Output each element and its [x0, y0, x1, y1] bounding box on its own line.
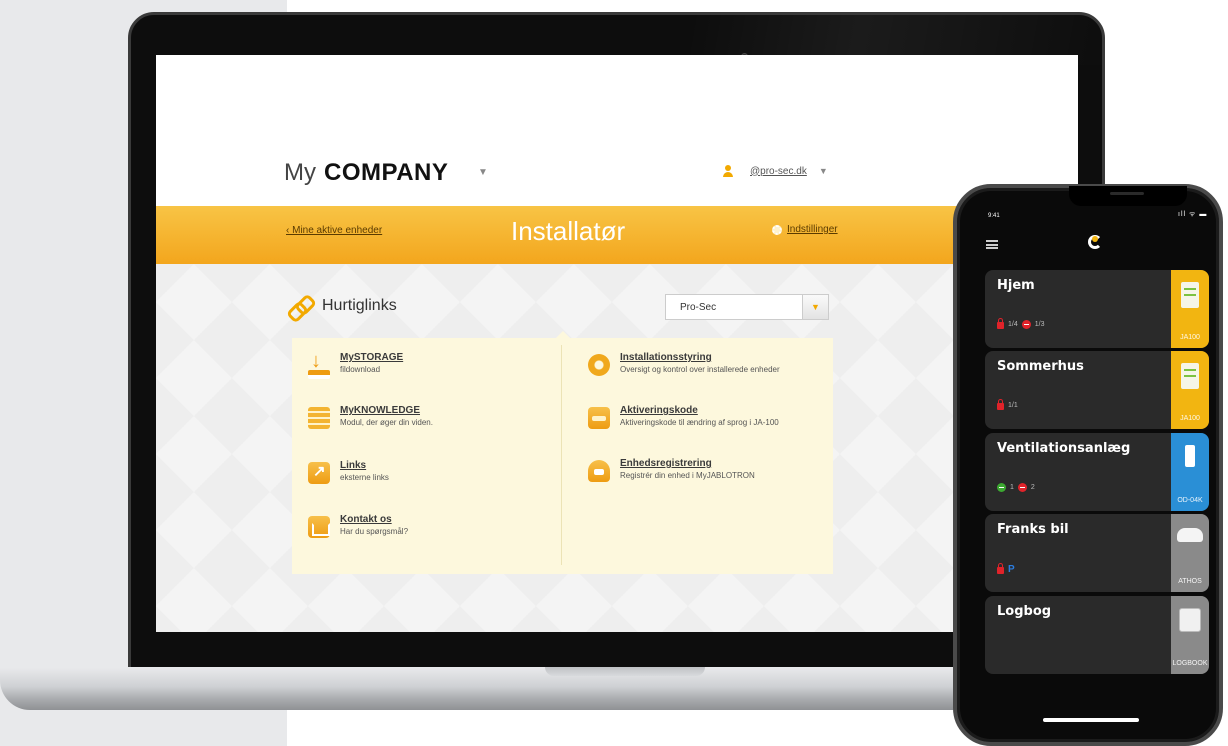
device-badge: JA100 — [1171, 351, 1209, 429]
status-count: 1/3 — [1034, 321, 1045, 328]
quicklink-myknowledge[interactable]: MyKNOWLEDGE Modul, der øger din viden. — [308, 405, 433, 429]
company-select[interactable]: Pro-Sec ▼ — [665, 294, 829, 320]
company-select-value: Pro-Sec — [680, 301, 717, 313]
card-status: 1 2 — [997, 483, 1035, 492]
mail-icon — [308, 516, 330, 538]
alarm-icon — [1021, 320, 1031, 329]
lock-icon — [997, 318, 1004, 329]
device-card-franks-bil[interactable]: Franks bil P ATHOS — [985, 514, 1209, 592]
download-icon — [308, 350, 330, 379]
parking-badge: P — [1008, 564, 1015, 575]
phone-notch — [1069, 186, 1187, 206]
card-status: P — [997, 563, 1015, 575]
quicklink-aktiveringskode[interactable]: Aktiveringskode Aktiveringskode til ændr… — [588, 405, 779, 429]
device-card-sommerhus[interactable]: Sommerhus 1/1 JA100 — [985, 351, 1209, 429]
phone-speaker — [1110, 192, 1144, 195]
device-card-ventilation[interactable]: Ventilationsanlæg 1 2 OD-04K — [985, 433, 1209, 511]
controller-icon — [1185, 445, 1195, 467]
home-indicator[interactable] — [1043, 718, 1139, 722]
quicklink-subtitle: Oversigt og kontrol over installerede en… — [620, 365, 780, 374]
logbook-icon — [1179, 608, 1201, 632]
device-badge: ATHOS — [1171, 514, 1209, 592]
card-title: Logbog — [997, 604, 1052, 619]
quicklink-title[interactable]: MySTORAGE — [340, 352, 403, 363]
card-title: Hjem — [997, 278, 1035, 293]
user-dropdown-icon[interactable]: ▼ — [819, 166, 828, 176]
panel-divider — [561, 345, 562, 565]
status-time: 9:41 — [988, 213, 1000, 219]
quicklink-mystorage[interactable]: MySTORAGE fildownload — [308, 350, 403, 379]
device-label: JA100 — [1180, 415, 1200, 422]
quicklink-title[interactable]: Aktiveringskode — [620, 405, 779, 416]
status-count: 1/1 — [1008, 402, 1018, 409]
share-icon — [308, 462, 330, 484]
lock-icon — [997, 399, 1004, 410]
device-card-logbog[interactable]: Logbog LOGBOOK — [985, 596, 1209, 674]
lock-icon — [997, 563, 1004, 574]
hamburger-menu-icon[interactable] — [986, 240, 998, 249]
status-icons: ıll ᯤ ▬ — [1178, 211, 1208, 218]
car-icon — [1177, 528, 1203, 542]
quicklink-subtitle: Registrér din enhed i MyJABLOTRON — [620, 471, 755, 480]
user-icon — [722, 165, 734, 177]
chevron-down-icon[interactable]: ▼ — [802, 295, 828, 319]
control-panel-icon — [1181, 363, 1199, 389]
quicklink-title[interactable]: Enhedsregistrering — [620, 458, 755, 469]
on-icon — [997, 483, 1006, 492]
quicklink-title[interactable]: MyKNOWLEDGE — [340, 405, 433, 416]
wallet-icon — [588, 407, 610, 429]
card-title: Ventilationsanlæg — [997, 441, 1131, 456]
card-status: 1/1 — [997, 399, 1018, 410]
device-badge: OD-04K — [1171, 433, 1209, 511]
device-label: ATHOS — [1178, 578, 1202, 585]
device-badge: JA100 — [1171, 270, 1209, 348]
brand-dropdown-icon[interactable]: ▼ — [478, 167, 488, 178]
device-label: OD-04K — [1177, 497, 1203, 504]
settings-label: Indstillinger — [787, 224, 838, 235]
device-label: JA100 — [1180, 334, 1200, 341]
laptop-screen: My COMPANY ▼ @pro-sec.dk ▼ ‹ Mine aktive… — [156, 55, 1078, 632]
status-count: 1 — [1010, 484, 1014, 491]
control-panel-icon — [1181, 282, 1199, 308]
card-status: 1/4 1/3 — [997, 318, 1045, 329]
quicklink-subtitle: eksterne links — [340, 473, 389, 482]
quicklinks-header: Hurtiglinks — [288, 295, 397, 317]
quicklink-subtitle: Aktiveringskode til ændring af sprog i J… — [620, 418, 779, 427]
app-logo-icon — [1088, 235, 1102, 249]
quicklink-enhedsregistrering[interactable]: Enhedsregistrering Registrér din enhed i… — [588, 458, 755, 482]
gear-icon — [588, 354, 610, 376]
settings-link[interactable]: Indstillinger — [772, 224, 838, 235]
quicklink-links[interactable]: Links eksterne links — [308, 460, 389, 484]
device-card-hjem[interactable]: Hjem 1/4 1/3 JA100 — [985, 270, 1209, 348]
card-title: Sommerhus — [997, 359, 1084, 374]
device-label: LOGBOOK — [1172, 660, 1208, 667]
quicklink-kontakt[interactable]: Kontakt os Har du spørgsmål? — [308, 514, 408, 538]
device-badge: LOGBOOK — [1171, 596, 1209, 674]
books-icon — [308, 407, 330, 429]
quicklink-title[interactable]: Installationsstyring — [620, 352, 780, 363]
quicklink-title[interactable]: Kontakt os — [340, 514, 408, 525]
user-menu[interactable]: @pro-sec.dk ▼ — [722, 165, 828, 177]
gear-icon — [772, 224, 782, 235]
brand-company: COMPANY — [324, 159, 449, 186]
quicklinks-title: Hurtiglinks — [322, 297, 397, 314]
quicklink-subtitle: fildownload — [340, 365, 381, 374]
quicklink-subtitle: Modul, der øger din viden. — [340, 418, 433, 427]
quicklink-title[interactable]: Links — [340, 460, 389, 471]
status-count: 2 — [1030, 484, 1035, 491]
quicklink-installationsstyring[interactable]: Installationsstyring Oversigt og kontrol… — [588, 352, 780, 376]
link-icon — [288, 295, 310, 317]
status-count: 1/4 — [1008, 321, 1018, 328]
quicklink-subtitle: Har du spørgsmål? — [340, 527, 409, 536]
back-link[interactable]: ‹ Mine aktive enheder — [286, 225, 382, 236]
card-title: Franks bil — [997, 522, 1069, 537]
laptop-base-notch — [545, 667, 705, 676]
brand-logo[interactable]: My COMPANY — [284, 159, 448, 187]
cloud-icon — [588, 460, 610, 482]
off-icon — [1017, 483, 1027, 492]
brand-my: My — [284, 159, 316, 186]
page-title: Installatør — [511, 216, 626, 246]
user-email[interactable]: @pro-sec.dk — [750, 166, 807, 177]
